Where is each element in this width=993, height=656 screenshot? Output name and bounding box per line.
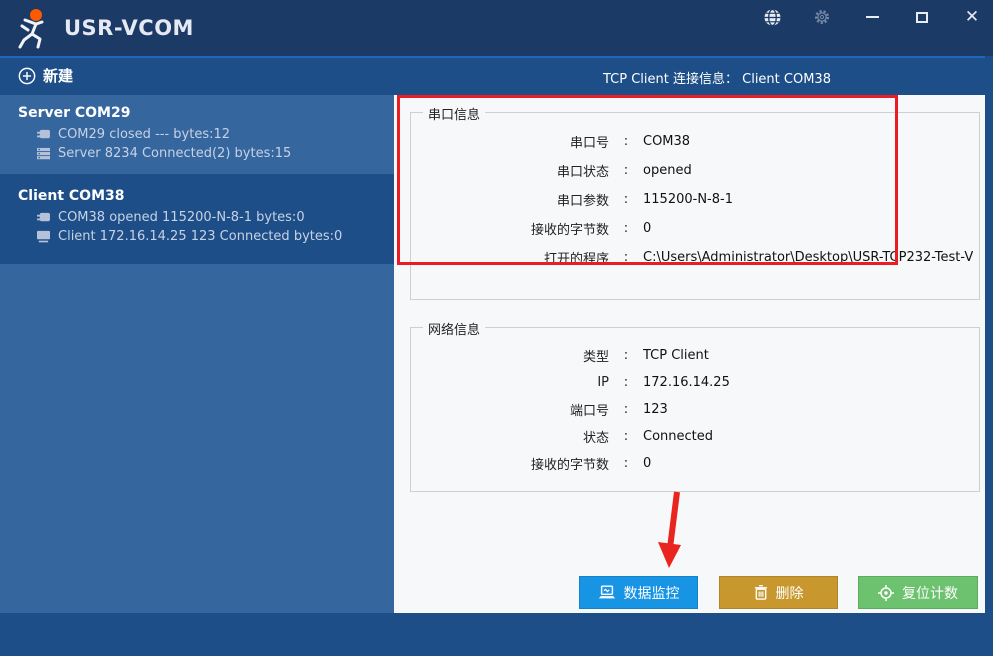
serial-status-line: COM29 closed --- bytes:12 <box>36 127 394 142</box>
net-status-text: Client 172.16.14.25 123 Connected bytes:… <box>58 229 342 244</box>
app-title: USR-VCOM <box>64 16 194 40</box>
serial-row-port: 串口号 : COM38 <box>411 127 979 156</box>
trash-icon <box>754 585 768 600</box>
delete-label: 删除 <box>776 583 804 603</box>
network-row-state: 状态 : Connected <box>411 423 979 450</box>
delete-button[interactable]: 删除 <box>719 576 838 609</box>
serial-row-rx-bytes: 接收的字节数 : 0 <box>411 214 979 243</box>
network-row-port: 端口号 : 123 <box>411 396 979 423</box>
monitor-icon <box>36 230 51 243</box>
network-row-ip: IP : 172.16.14.25 <box>411 369 979 396</box>
sidebar-item-server-com29[interactable]: Server COM29 COM29 closed --- bytes:12 <box>0 95 394 173</box>
usr-logo-icon <box>12 6 56 50</box>
item-title: Server COM29 <box>18 105 394 121</box>
minimize-button[interactable] <box>859 4 885 30</box>
serial-status-text: COM29 closed --- bytes:12 <box>58 127 230 142</box>
serial-port-icon <box>36 129 51 141</box>
sidebar: Server COM29 COM29 closed --- bytes:12 <box>0 95 394 613</box>
plus-circle-icon <box>18 67 36 85</box>
maximize-button[interactable] <box>909 4 935 30</box>
data-monitor-icon <box>598 585 616 600</box>
serial-row-state: 串口状态 : opened <box>411 156 979 185</box>
close-button[interactable]: ✕ <box>959 4 985 30</box>
new-label: 新建 <box>43 65 73 86</box>
main-panel: 串口信息 串口号 : COM38 串口状态 : opened 串口参数 : 11… <box>394 95 985 613</box>
serial-row-program: 打开的程序 : C:\Users\Administrator\Desktop\U… <box>411 243 979 272</box>
network-row-type: 类型 : TCP Client <box>411 342 979 369</box>
network-info-group: 网络信息 类型 : TCP Client IP : 172.16.14.25 端… <box>410 327 980 492</box>
data-monitor-button[interactable]: 数据监控 <box>579 576 698 609</box>
connection-status-text: TCP Client 连接信息： Client COM38 <box>603 68 831 87</box>
serial-port-icon <box>36 212 51 224</box>
settings-gear-icon[interactable] <box>809 4 835 30</box>
serial-status-line: COM38 opened 115200-N-8-1 bytes:0 <box>36 210 394 225</box>
data-monitor-label: 数据监控 <box>624 583 680 603</box>
sidebar-item-client-com38[interactable]: Client COM38 COM38 opened 115200-N-8-1 b… <box>0 174 394 264</box>
network-row-rx-bytes: 接收的字节数 : 0 <box>411 450 979 477</box>
serial-info-group: 串口信息 串口号 : COM38 串口状态 : opened 串口参数 : 11… <box>410 112 980 300</box>
usr-vcom-window: USR-VCOM ✕ <box>0 0 993 656</box>
reset-count-button[interactable]: 复位计数 <box>858 576 978 609</box>
net-status-line: Client 172.16.14.25 123 Connected bytes:… <box>36 229 394 244</box>
navbar: 新建 TCP Client 连接信息： Client COM38 <box>0 58 993 95</box>
titlebar: USR-VCOM ✕ <box>0 0 993 56</box>
annotation-red-arrow <box>649 490 699 570</box>
reset-count-label: 复位计数 <box>902 583 958 603</box>
serial-status-text: COM38 opened 115200-N-8-1 bytes:0 <box>58 210 305 225</box>
server-icon <box>36 147 51 160</box>
network-group-title: 网络信息 <box>423 319 485 338</box>
new-connection-button[interactable]: 新建 <box>18 65 73 86</box>
serial-group-title: 串口信息 <box>423 104 485 123</box>
serial-row-params: 串口参数 : 115200-N-8-1 <box>411 185 979 214</box>
net-status-text: Server 8234 Connected(2) bytes:15 <box>58 146 291 161</box>
item-title: Client COM38 <box>18 188 394 204</box>
net-status-line: Server 8234 Connected(2) bytes:15 <box>36 146 394 161</box>
language-globe-icon[interactable] <box>759 4 785 30</box>
reset-count-icon <box>878 585 894 601</box>
right-window-border <box>985 56 993 656</box>
footer-bar <box>0 613 993 656</box>
